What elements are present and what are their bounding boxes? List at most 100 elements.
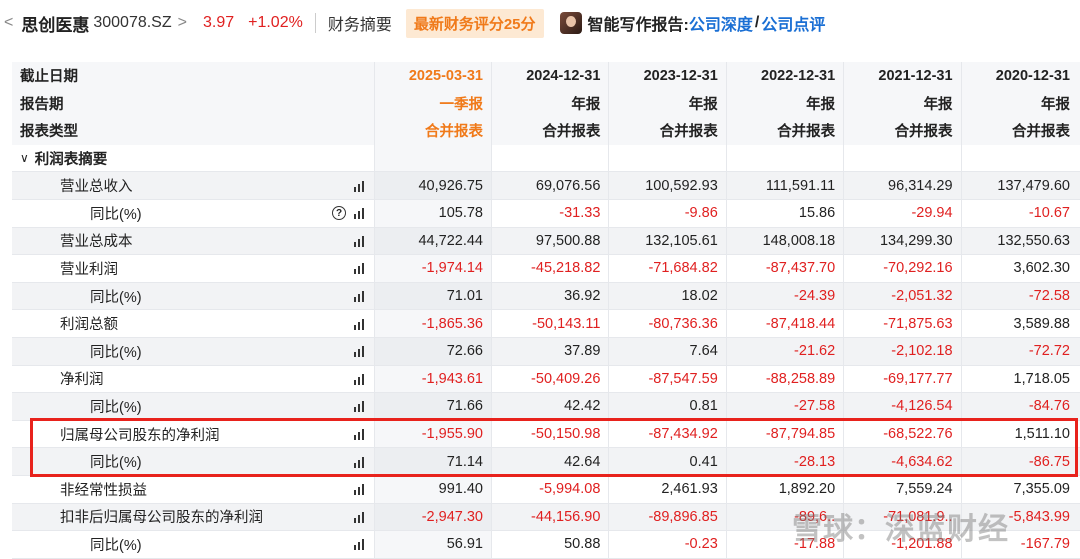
header-cell: 一季报 bbox=[374, 89, 491, 118]
header-cell: 2022-12-31 bbox=[725, 62, 843, 90]
row-icons: ? bbox=[332, 206, 364, 221]
chevron-down-icon[interactable]: ∨ bbox=[20, 151, 29, 165]
row-icons bbox=[354, 345, 364, 358]
value-cell: -88,258.89 bbox=[725, 365, 843, 393]
table-row: 归属母公司股东的净利润 -1,955.90 -50,150.98 -87,434.92… bbox=[12, 420, 1080, 449]
value-cell: 7,355.09 bbox=[960, 475, 1078, 503]
table-row: 营业总收入 40,926.75 69,076.56 100,592.93 111,591… bbox=[12, 172, 1080, 200]
value-cell: -21.62 bbox=[725, 337, 843, 365]
empty-cell bbox=[374, 144, 491, 172]
value-cell: 3,589.88 bbox=[960, 310, 1078, 337]
score-badge[interactable]: 最新财务评分25分 bbox=[405, 8, 544, 38]
bar-chart-icon[interactable] bbox=[354, 511, 364, 523]
value-cell: 7,559.24 bbox=[843, 475, 960, 503]
bar-chart-icon[interactable] bbox=[354, 428, 364, 441]
value-cell: 105.78 bbox=[374, 199, 491, 227]
empty-cell bbox=[491, 144, 608, 172]
row-label: 归属母公司股东的净利润 bbox=[12, 421, 374, 448]
value-cell: -2,947.30 bbox=[374, 503, 491, 531]
row-icons bbox=[354, 373, 364, 385]
row-icons bbox=[354, 511, 364, 523]
section-row[interactable]: ∨ 利润表摘要 bbox=[12, 144, 1080, 173]
value-cell: 7.64 bbox=[608, 337, 725, 365]
value-cell: -50,409.26 bbox=[491, 365, 608, 393]
bar-chart-icon[interactable] bbox=[354, 262, 364, 275]
company-depth-link[interactable]: 公司深度 bbox=[689, 11, 753, 35]
price-change: +1.02% bbox=[248, 14, 303, 31]
value-cell: -50,143.11 bbox=[491, 310, 608, 337]
row-label: 营业利润 bbox=[12, 255, 374, 282]
header-label: 截止日期 bbox=[20, 69, 78, 86]
section-title: 利润表摘要 bbox=[34, 151, 108, 168]
bar-chart-icon[interactable] bbox=[354, 483, 364, 496]
bar-chart-icon[interactable] bbox=[354, 318, 364, 330]
row-label-text: 扣非后归属母公司股东的净利润 bbox=[60, 510, 263, 527]
value-cell: -89,896.85 bbox=[608, 503, 725, 531]
row-icons bbox=[354, 180, 364, 192]
value-cell: -28.13 bbox=[725, 448, 843, 475]
value-cell: -5,994.08 bbox=[491, 475, 608, 503]
row-label-text: 同比(%) bbox=[90, 289, 142, 306]
value-cell: -1,955.90 bbox=[374, 420, 491, 448]
value-cell: -4,126.54 bbox=[843, 393, 960, 420]
value-cell: -1,943.61 bbox=[374, 365, 491, 393]
header-cell: 2023-12-31 bbox=[608, 62, 725, 90]
value-cell: -9.86 bbox=[608, 199, 725, 227]
value-cell: 42.42 bbox=[491, 393, 608, 420]
bar-chart-icon[interactable] bbox=[354, 290, 364, 303]
value-cell: -4,634.62 bbox=[843, 448, 960, 475]
table-row: 净利润 -1,943.61 -50,409.26 -87,547.59 -88,258.… bbox=[12, 365, 1080, 394]
value-cell: 132,550.63 bbox=[960, 227, 1078, 255]
tab-financial-summary[interactable]: 财务摘要 bbox=[328, 11, 392, 35]
row-label-text: 同比(%) bbox=[90, 399, 142, 416]
bar-chart-icon[interactable] bbox=[354, 180, 364, 192]
value-cell: -87,437.70 bbox=[725, 255, 843, 282]
stock-name: 思创医惠 bbox=[21, 15, 90, 35]
value-cell: -87,547.59 bbox=[608, 365, 725, 393]
value-cell: 1,892.20 bbox=[725, 475, 843, 503]
value-cell: -29.94 bbox=[843, 199, 960, 227]
chevron-right-icon[interactable]: > bbox=[178, 14, 187, 32]
table-header-row: 报表类型 合并报表 合并报表 合并报表 合并报表 合并报表 合并报表 bbox=[12, 117, 1080, 145]
header-cell: 2024-12-31 bbox=[491, 62, 608, 90]
row-label: 同比(%) bbox=[12, 448, 374, 475]
bar-chart-icon[interactable] bbox=[354, 345, 364, 358]
table-row: 营业利润 -1,974.14 -45,218.82 -71,684.82 -87,437… bbox=[12, 255, 1080, 283]
value-cell: 137,479.60 bbox=[960, 172, 1078, 199]
help-icon[interactable]: ? bbox=[332, 206, 346, 221]
back-icon[interactable]: < bbox=[4, 14, 13, 32]
bar-chart-icon[interactable] bbox=[354, 235, 364, 247]
bar-chart-icon[interactable] bbox=[354, 456, 364, 468]
value-cell: 1,718.05 bbox=[960, 365, 1078, 393]
row-label-text: 归属母公司股东的净利润 bbox=[60, 427, 220, 444]
value-cell: 0.41 bbox=[608, 448, 725, 475]
row-icons bbox=[354, 456, 364, 468]
row-label: 同比(%) bbox=[12, 338, 374, 365]
header-cell: 年报 bbox=[608, 89, 725, 118]
avatar-icon bbox=[559, 12, 582, 34]
bar-chart-icon[interactable] bbox=[354, 207, 364, 220]
row-icons bbox=[354, 483, 364, 496]
row-label: 扣非后归属母公司股东的净利润 bbox=[12, 504, 374, 531]
header-cell: 2020-12-31 bbox=[960, 62, 1078, 90]
bar-chart-icon[interactable] bbox=[354, 538, 364, 551]
value-cell: 148,008.18 bbox=[725, 227, 843, 255]
header-cell: 合并报表 bbox=[374, 117, 491, 145]
value-cell: -87,418.44 bbox=[725, 310, 843, 337]
bar-chart-icon[interactable] bbox=[354, 400, 364, 413]
row-label-text: 同比(%) bbox=[90, 206, 142, 223]
table-header-row: 报告期 一季报 年报 年报 年报 年报 年报 bbox=[12, 89, 1080, 118]
value-cell: -31.33 bbox=[491, 199, 608, 227]
stock-code: 300078.SZ bbox=[93, 14, 172, 31]
company-review-link[interactable]: 公司点评 bbox=[761, 11, 825, 35]
section-label[interactable]: ∨ 利润表摘要 bbox=[12, 145, 374, 172]
value-cell: -68,522.76 bbox=[843, 420, 960, 448]
value-cell: -1,865.36 bbox=[374, 310, 491, 337]
header-label: 报表类型 bbox=[20, 124, 78, 141]
row-label-text: 营业总成本 bbox=[60, 234, 133, 251]
bar-chart-icon[interactable] bbox=[354, 373, 364, 385]
value-cell: 0.81 bbox=[608, 393, 725, 420]
value-cell: -10.67 bbox=[960, 199, 1078, 227]
row-label-text: 净利润 bbox=[60, 372, 104, 389]
row-icons bbox=[354, 400, 364, 413]
